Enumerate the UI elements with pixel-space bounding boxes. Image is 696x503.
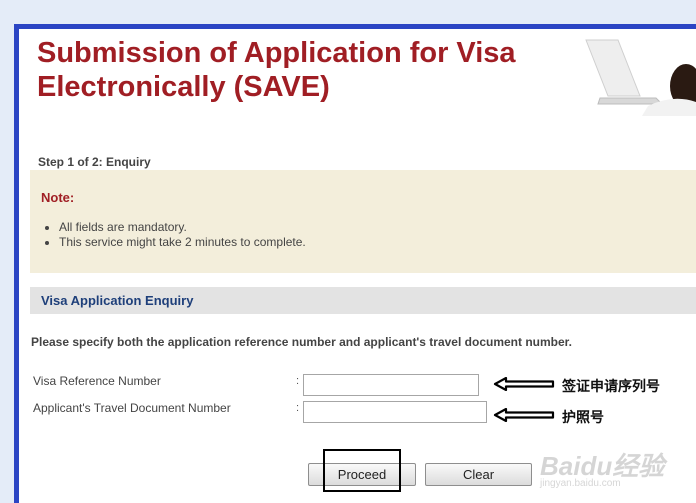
watermark: Baidu经验 jingyan.baidu.com: [540, 446, 670, 496]
arrow-left-icon: [493, 408, 555, 422]
visa-reference-label: Visa Reference Number: [33, 374, 161, 388]
travel-document-annotation: 护照号: [562, 410, 604, 426]
visa-reference-annotation: 签证申请序列号: [562, 379, 660, 395]
clear-button[interactable]: Clear: [425, 463, 532, 486]
proceed-highlight-box: [323, 449, 401, 492]
visa-reference-input[interactable]: [303, 374, 479, 396]
section-title: Visa Application Enquiry: [41, 293, 194, 308]
note-title: Note:: [41, 190, 75, 205]
page-title: Submission of Application for Visa Elect…: [37, 37, 516, 103]
arrow-left-icon: [493, 377, 555, 391]
travel-document-input[interactable]: [303, 401, 487, 423]
note-box: Note: All fields are mandatory. This ser…: [30, 170, 696, 273]
visa-reference-colon: :: [296, 375, 300, 387]
laptop-banner-image: [585, 39, 696, 116]
travel-document-colon: :: [296, 402, 300, 414]
note-item: All fields are mandatory.: [59, 220, 306, 235]
watermark-url: jingyan.baidu.com: [540, 478, 621, 489]
instructions-text: Please specify both the application refe…: [31, 335, 572, 349]
step-indicator: Step 1 of 2: Enquiry: [38, 155, 151, 169]
travel-document-label: Applicant's Travel Document Number: [33, 401, 231, 415]
note-list: All fields are mandatory. This service m…: [59, 220, 306, 250]
section-header: Visa Application Enquiry: [30, 287, 696, 314]
note-item: This service might take 2 minutes to com…: [59, 235, 306, 250]
